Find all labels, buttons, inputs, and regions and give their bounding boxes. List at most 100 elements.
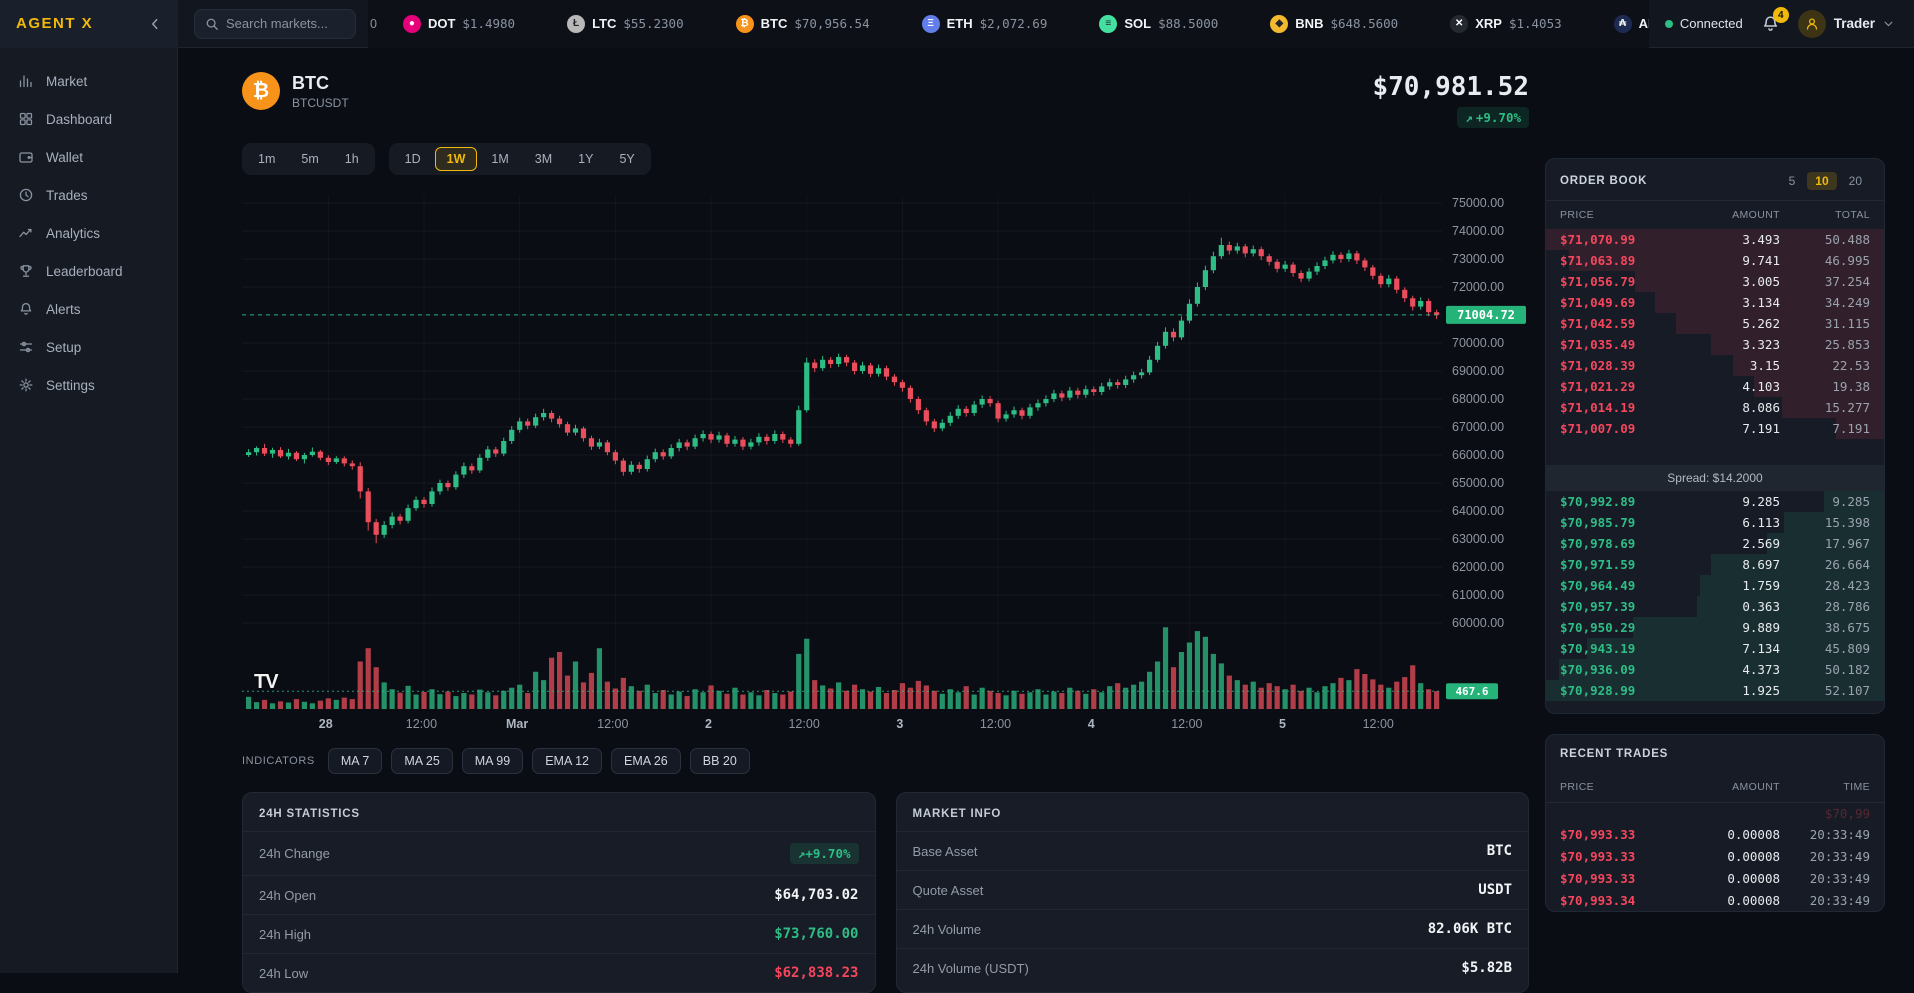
market-info-row: 24h Volume82.06K BTC [897, 909, 1529, 948]
order-amount: 3.15 [1680, 358, 1780, 373]
order-book-ask-row[interactable]: $71,049.693.13434.249 [1546, 292, 1884, 313]
order-book-ask-row[interactable]: $71,014.198.08615.277 [1546, 397, 1884, 418]
gear-icon [18, 377, 34, 393]
trade-amount: 0.00008 [1680, 871, 1780, 886]
sidebar-item-analytics[interactable]: Analytics [0, 214, 177, 252]
market-info-row: Base AssetBTC [897, 831, 1529, 870]
ticker-item-ltc[interactable]: ŁLTC$55.2300 [541, 15, 710, 33]
indicator-button-bb-20[interactable]: BB 20 [690, 748, 750, 774]
order-price: $71,028.39 [1560, 358, 1680, 373]
sidebar-item-label: Wallet [46, 150, 83, 165]
sidebar-item-wallet[interactable]: Wallet [0, 138, 177, 176]
order-amount: 7.191 [1680, 421, 1780, 436]
indicator-button-ema-26[interactable]: EMA 26 [611, 748, 681, 774]
order-book-column-amount: AMOUNT [1680, 209, 1780, 221]
sidebar-item-label: Setup [46, 340, 81, 355]
order-book-bid-row[interactable]: $70,985.796.11315.398 [1546, 512, 1884, 533]
indicator-button-ma-7[interactable]: MA 7 [328, 748, 383, 774]
sliders-icon [18, 339, 34, 355]
order-book-ask-row[interactable]: $71,035.493.32325.853 [1546, 334, 1884, 355]
order-amount: 4.373 [1680, 662, 1780, 677]
svg-text:12:00: 12:00 [980, 717, 1011, 731]
ticker-symbol: BTC [761, 16, 788, 31]
timeframe-button-1m[interactable]: 1M [479, 147, 520, 171]
sidebar-item-alerts[interactable]: Alerts [0, 290, 177, 328]
ticker-item-eth[interactable]: ΞETH$2,072.69 [896, 15, 1074, 33]
stat-value: $62,838.23 [774, 965, 858, 981]
timeframe-button-1y[interactable]: 1Y [566, 147, 605, 171]
order-book-bid-row[interactable]: $70,971.598.69726.664 [1546, 554, 1884, 575]
timeframe-button-1m[interactable]: 1m [246, 147, 287, 171]
order-book-bid-row[interactable]: $70,936.094.37350.182 [1546, 659, 1884, 680]
ticker-item-dot[interactable]: ●DOT$1.4980 [377, 15, 541, 33]
stat-value: $73,760.00 [774, 926, 858, 942]
ticker-symbol: ADA [1639, 16, 1649, 31]
order-book-ask-row[interactable]: $71,028.393.1522.53 [1546, 355, 1884, 376]
incoming-trade-ghost: $70,99 [1546, 803, 1884, 823]
ticker-item-btc[interactable]: ₿BTC$70,956.54 [710, 15, 896, 33]
sidebar-item-setup[interactable]: Setup [0, 328, 177, 366]
spread-bar: Spread: $14.2000 [1546, 465, 1884, 491]
ticker-item-ada[interactable]: ₳ADA$0.268000 [1588, 15, 1649, 33]
order-book-ask-row[interactable]: $71,021.294.10319.38 [1546, 376, 1884, 397]
bell-icon [18, 301, 34, 317]
sidebar-item-leaderboard[interactable]: Leaderboard [0, 252, 177, 290]
order-total: 28.423 [1780, 578, 1870, 593]
depth-option-20[interactable]: 20 [1841, 172, 1870, 190]
timeframe-button-5y[interactable]: 5Y [607, 147, 646, 171]
ticker-item-sol[interactable]: ≡SOL$88.5000 [1073, 15, 1244, 33]
timeframe-group-minutes: 1m5m1h [242, 143, 375, 175]
ticker-item-bnb[interactable]: ◆BNB$648.5600 [1244, 15, 1424, 33]
stat-label: 24h Open [259, 888, 316, 903]
search-input[interactable]: Search markets... [194, 9, 356, 39]
timeframe-button-5m[interactable]: 5m [289, 147, 330, 171]
timeframe-button-1w[interactable]: 1W [435, 147, 478, 171]
ticker-price: $88.5000 [1158, 16, 1218, 31]
svg-text:64000.00: 64000.00 [1452, 504, 1504, 518]
order-total: 25.853 [1780, 337, 1870, 352]
order-total: 9.285 [1780, 494, 1870, 509]
sidebar-collapse-button[interactable] [148, 17, 162, 31]
sidebar-item-settings[interactable]: Settings [0, 366, 177, 404]
notifications-button[interactable]: 4 [1761, 14, 1780, 33]
person-icon [1804, 16, 1820, 32]
order-book-ask-row[interactable]: $71,007.097.1917.191 [1546, 418, 1884, 439]
order-amount: 2.569 [1680, 536, 1780, 551]
sidebar-item-trades[interactable]: Trades [0, 176, 177, 214]
sidebar-item-label: Dashboard [46, 112, 112, 127]
asks-list: $71,070.993.49350.488$71,063.899.74146.9… [1546, 229, 1884, 439]
svg-text:71004.72: 71004.72 [1457, 308, 1515, 322]
market-info-title: MARKET INFO [897, 793, 1529, 831]
depth-option-5[interactable]: 5 [1781, 172, 1804, 190]
sidebar-item-market[interactable]: Market [0, 62, 177, 100]
order-book-bid-row[interactable]: $70,928.991.92552.107 [1546, 680, 1884, 701]
order-book-bid-row[interactable]: $70,964.491.75928.423 [1546, 575, 1884, 596]
price-chart[interactable]: 75000.0074000.0073000.0072000.0071000.00… [242, 187, 1529, 740]
order-book-bid-row[interactable]: $70,950.299.88938.675 [1546, 617, 1884, 638]
order-book-bid-row[interactable]: $70,957.390.36328.786 [1546, 596, 1884, 617]
order-amount: 1.759 [1680, 578, 1780, 593]
order-book-ask-row[interactable]: $71,070.993.49350.488 [1546, 229, 1884, 250]
indicator-button-ma-99[interactable]: MA 99 [462, 748, 523, 774]
depth-option-10[interactable]: 10 [1807, 172, 1836, 190]
asset-header: ₿ BTC BTCUSDT $70,981.52 ↗+9.70% [242, 72, 1529, 128]
order-book-ask-row[interactable]: $71,063.899.74146.995 [1546, 250, 1884, 271]
timeframe-button-3m[interactable]: 3M [523, 147, 564, 171]
trade-price: $70,993.33 [1560, 871, 1680, 886]
sidebar-item-dashboard[interactable]: Dashboard [0, 100, 177, 138]
indicator-button-ema-12[interactable]: EMA 12 [532, 748, 602, 774]
order-book-bid-row[interactable]: $70,978.692.56917.967 [1546, 533, 1884, 554]
timeframe-button-1d[interactable]: 1D [393, 147, 433, 171]
ticker-item-xrp[interactable]: ✕XRP$1.4053 [1424, 15, 1587, 33]
order-book-ask-row[interactable]: $71,056.793.00537.254 [1546, 271, 1884, 292]
timeframe-button-1h[interactable]: 1h [333, 147, 371, 171]
order-book-ask-row[interactable]: $71,042.595.26231.115 [1546, 313, 1884, 334]
market-ticker-strip[interactable]: 0 ●DOT$1.4980ŁLTC$55.2300₿BTC$70,956.54Ξ… [368, 0, 1649, 48]
trophy-icon [18, 263, 34, 279]
order-book-bid-row[interactable]: $70,992.899.2859.285 [1546, 491, 1884, 512]
candlestick-chart-svg[interactable]: 75000.0074000.0073000.0072000.0071000.00… [242, 187, 1529, 735]
indicator-button-ma-25[interactable]: MA 25 [391, 748, 452, 774]
user-menu[interactable]: Trader [1798, 10, 1894, 38]
order-book-bid-row[interactable]: $70,943.197.13445.809 [1546, 638, 1884, 659]
eth-coin-icon: Ξ [922, 15, 940, 33]
